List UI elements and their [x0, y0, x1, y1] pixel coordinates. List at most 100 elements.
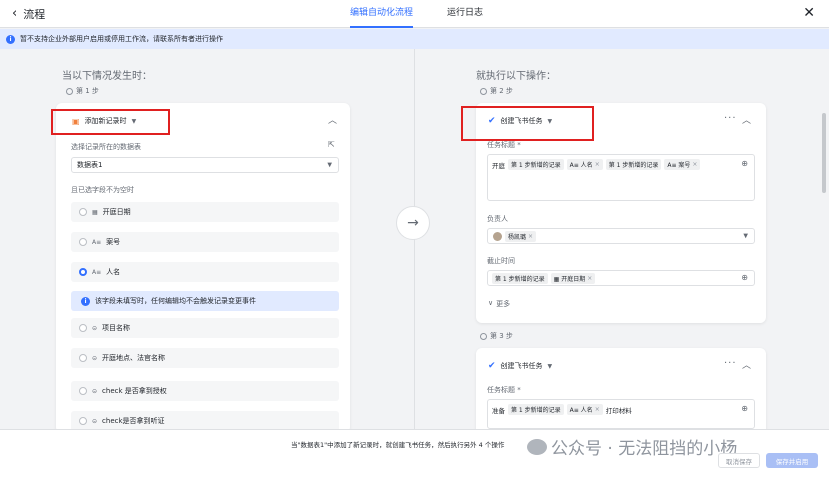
collapse-icon[interactable]: ︿ — [742, 358, 751, 371]
remove-icon[interactable]: × — [595, 161, 600, 168]
task-title-input[interactable]: 准备 第 1 步新增的记录 A≡ 人名 × 打印材料 ⊕ — [487, 399, 755, 429]
token-chip[interactable]: 第 1 步新增的记录 — [492, 273, 548, 284]
flow-canvas: 当以下情况发生时： 第 1 步 ▣ 添加新记录时 ▼ ︿ 选择记录所在的数据表 … — [0, 49, 829, 429]
hint-text: 该字段未填写时，任何编辑均不会触发记录变更事件 — [95, 297, 256, 305]
token-text: A≡ 人名 — [569, 162, 593, 169]
assignee-chip[interactable]: 杨凯璐 × — [505, 230, 537, 242]
step-text: 第 2 步 — [490, 87, 513, 95]
close-icon[interactable]: ✕ — [803, 5, 815, 21]
more-label: 更多 — [496, 300, 511, 308]
table-select-label: 选择记录所在的数据表 — [71, 143, 141, 151]
field-option-case-no[interactable]: A≡ 案号 — [71, 232, 339, 252]
step-ring-icon — [480, 332, 487, 340]
task-check-icon: ✔ — [488, 361, 496, 371]
chevron-down-icon: ∨ — [488, 299, 494, 307]
deadline-label: 截止时间 — [487, 257, 515, 265]
token-text: 第 1 步新增的记录 — [511, 407, 561, 414]
deadline-input[interactable]: 第 1 步新增的记录 ▦ 开庭日期 × ⊕ — [487, 270, 755, 286]
field-option-project-name[interactable]: ⊝ 项目名称 — [71, 318, 339, 338]
tab-edit-flow[interactable]: 编辑自动化流程 — [350, 0, 414, 28]
option-label: 项目名称 — [102, 324, 131, 332]
token-chip[interactable]: 第 1 步新增的记录 — [605, 159, 662, 170]
watermark-text: 公众号 · 无法阻挡的小杨 — [551, 439, 738, 459]
external-link-icon[interactable]: ⇱ — [328, 140, 335, 149]
step-1-label: 第 1 步 — [66, 86, 99, 96]
avatar — [493, 231, 502, 241]
chevron-down-icon: ▼ — [327, 161, 332, 169]
option-label: check 是否拿到授权 — [102, 387, 167, 395]
radio-button-selected[interactable] — [79, 268, 87, 276]
table-select[interactable]: 数据表1 ▼ — [71, 157, 339, 173]
collapse-icon[interactable]: ︿ — [742, 113, 751, 126]
fields-label: 且已选字段不为空时 — [71, 186, 134, 194]
token-chip[interactable]: ▦ 开庭日期 × — [550, 273, 596, 284]
trigger-heading: 当以下情况发生时： — [62, 71, 152, 82]
field-option-court-location[interactable]: ⊝ 开庭地点、法官名称 — [71, 348, 339, 368]
info-banner: i 暂不支持企业外部用户启用或停用工作流，请联系所有者进行操作 — [0, 29, 829, 49]
info-icon: i — [81, 296, 90, 306]
arrow-right-icon: → — [396, 206, 430, 240]
assignee-label: 负责人 — [487, 215, 508, 223]
token-text: ▦ 开庭日期 — [553, 276, 586, 283]
task-title-input[interactable]: 开庭 第 1 步新增的记录 A≡ 人名 × 第 1 步新增的记录 A≡ 案号 × ⊕ — [487, 154, 755, 201]
token-chip[interactable]: A≡ 人名 × — [566, 404, 603, 415]
chevron-down-icon: ▼ — [743, 232, 748, 240]
calendar-icon: ▦ — [92, 208, 98, 216]
text-prefix: 开庭 — [492, 161, 505, 170]
save-enable-button[interactable]: 保存并启用 — [766, 453, 818, 468]
step-ring-icon — [480, 87, 487, 95]
scrollbar[interactable] — [822, 113, 826, 193]
radio-button[interactable] — [79, 238, 87, 246]
table-select-value: 数据表1 — [77, 161, 103, 169]
option-label: 开庭地点、法官名称 — [102, 354, 166, 362]
field-option-check-hearing[interactable]: ⊝ check是否拿到听证 — [71, 411, 339, 429]
add-icon[interactable]: ⊕ — [741, 404, 748, 413]
tab-run-log[interactable]: 运行日志 — [447, 0, 483, 28]
step-text: 第 3 步 — [490, 332, 513, 340]
add-icon[interactable]: ⊕ — [741, 159, 748, 168]
cancel-save-button[interactable]: 取消保存 — [718, 453, 760, 468]
remove-icon[interactable]: × — [595, 406, 600, 413]
token-chip[interactable]: A≡ 案号 × — [664, 159, 701, 170]
action-title: 创建飞书任务 — [500, 362, 543, 370]
radio-button[interactable] — [79, 387, 87, 395]
remove-icon[interactable]: × — [692, 161, 697, 168]
option-label: 案号 — [106, 238, 121, 246]
top-bar: ‹ 流程 编辑自动化流程 运行日志 ✕ — [0, 0, 829, 28]
option-label: 人名 — [106, 268, 121, 276]
option-icon: ⊝ — [92, 387, 98, 395]
add-icon[interactable]: ⊕ — [741, 273, 748, 282]
token-chip[interactable]: 第 1 步新增的记录 — [508, 159, 564, 170]
more-icon[interactable]: ··· — [724, 113, 737, 124]
token-chip[interactable]: 第 1 步新增的记录 — [508, 404, 564, 415]
chevron-left-icon: ‹ — [12, 6, 18, 21]
radio-button[interactable] — [79, 324, 87, 332]
action-card-2-header[interactable]: ✔ 创建飞书任务 ▼ — [488, 361, 552, 371]
token-chip[interactable]: A≡ 人名 × — [566, 159, 603, 170]
page-title: 流程 — [23, 8, 46, 21]
token-text: A≡ 案号 — [667, 162, 691, 169]
more-options-toggle[interactable]: ∨ 更多 — [488, 299, 510, 309]
field-option-check-authorization[interactable]: ⊝ check 是否拿到授权 — [71, 381, 339, 401]
assignee-select[interactable]: 杨凯璐 × ▼ — [487, 228, 755, 244]
radio-button[interactable] — [79, 354, 87, 362]
radio-button[interactable] — [79, 208, 87, 216]
more-icon[interactable]: ··· — [724, 358, 737, 369]
flow-summary: 当"数据表1"中添加了新记录时，就创建飞书任务，然后执行另外 4 个操作 — [291, 441, 505, 449]
task-title-label: 任务标题 * — [487, 141, 521, 149]
field-option-person-name[interactable]: A≡ 人名 — [71, 262, 339, 282]
collapse-icon[interactable]: ︿ — [328, 113, 337, 126]
remove-icon[interactable]: × — [528, 233, 533, 240]
remove-icon[interactable]: × — [587, 275, 592, 282]
deadline-tokens: 第 1 步新增的记录 ▦ 开庭日期 × — [492, 273, 596, 284]
bottom-bar: 当"数据表1"中添加了新记录时，就创建飞书任务，然后执行另外 4 个操作 公众号… — [0, 429, 829, 479]
step-ring-icon — [66, 87, 73, 95]
back-button[interactable]: ‹ 流程 — [12, 6, 45, 22]
field-option-hearing-date[interactable]: ▦ 开庭日期 — [71, 202, 339, 222]
wechat-icon — [527, 438, 547, 455]
radio-button[interactable] — [79, 417, 87, 425]
option-icon: ⊝ — [92, 417, 98, 425]
info-icon: i — [6, 34, 15, 44]
task-title-tokens: 开庭 第 1 步新增的记录 A≡ 人名 × 第 1 步新增的记录 A≡ 案号 × — [492, 159, 701, 170]
task-title-label: 任务标题 * — [487, 386, 521, 394]
